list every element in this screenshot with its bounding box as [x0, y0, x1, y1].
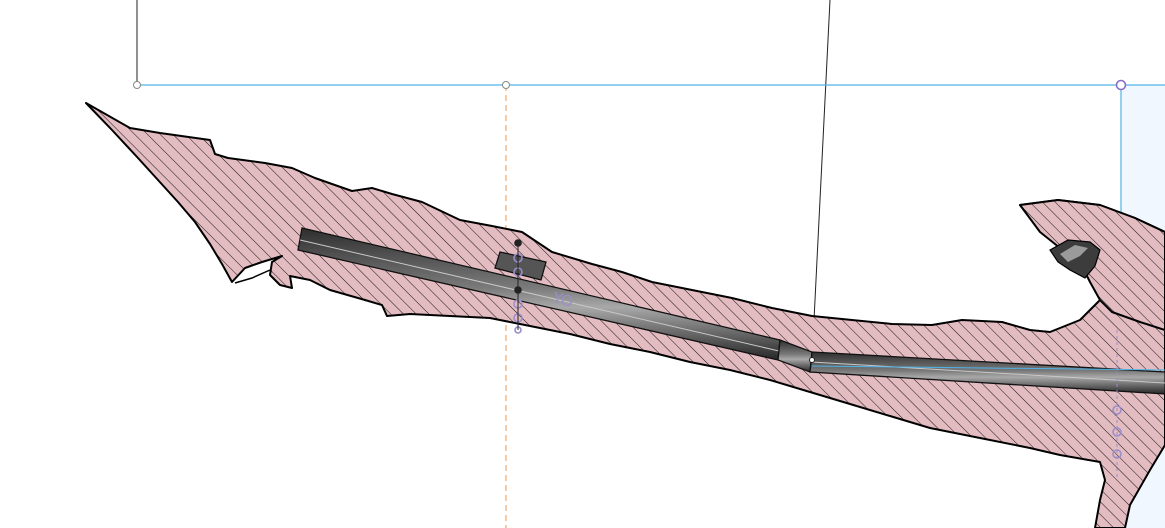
endpoint-handle-middle[interactable]	[502, 81, 510, 89]
endpoint-handle-selected[interactable]	[1115, 79, 1127, 91]
cad-viewport[interactable]: YO	[0, 0, 1165, 528]
endpoint-handle-left[interactable]	[133, 81, 141, 89]
sketch-canvas[interactable]: YO	[0, 0, 1165, 528]
vertex-handle-bend[interactable]	[809, 357, 815, 363]
construction-line-diagonal[interactable]	[811, 0, 831, 361]
